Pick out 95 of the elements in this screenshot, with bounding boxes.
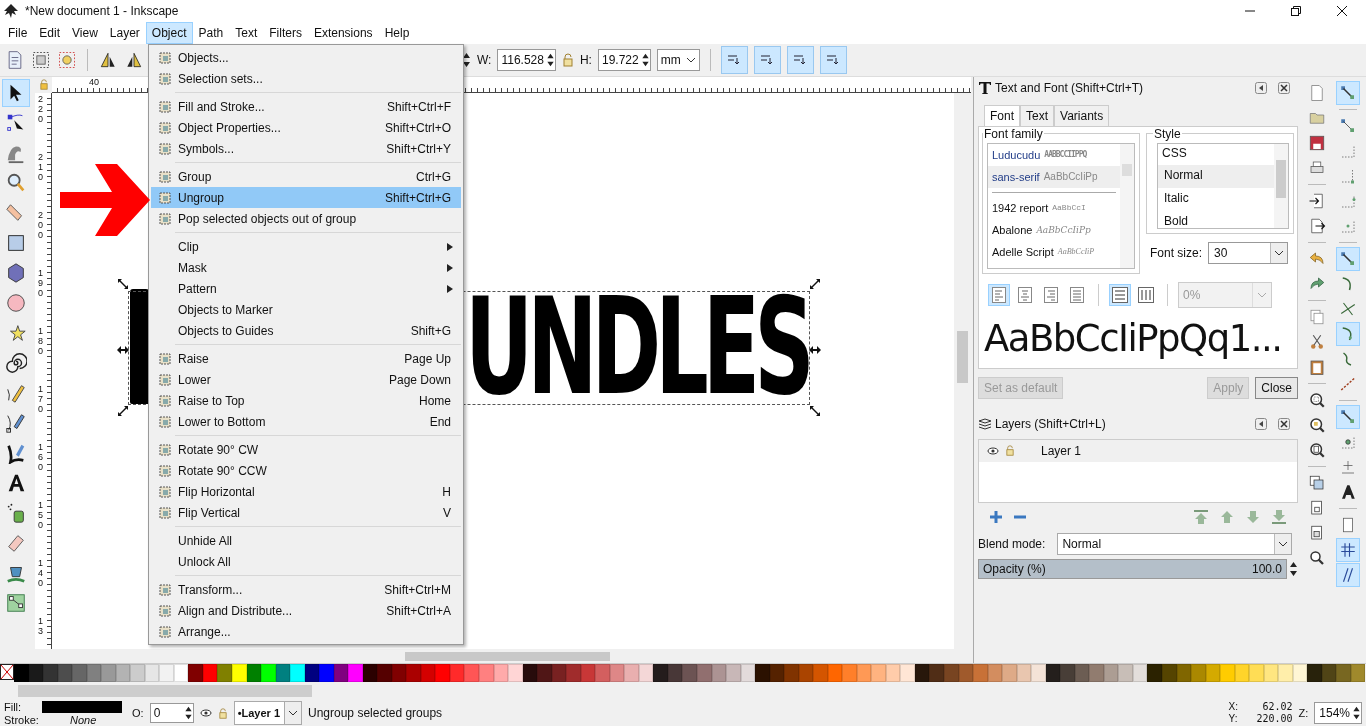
width-label: W: bbox=[477, 52, 492, 67]
menu-entry[interactable]: Group Ctrl+G bbox=[151, 166, 461, 187]
ruler-label: 140 bbox=[37, 558, 44, 590]
menu-entry[interactable]: Unhide All bbox=[151, 530, 461, 551]
menu-item[interactable]: Edit bbox=[33, 21, 67, 44]
font-item[interactable]: 1942 report AaBbCcI bbox=[988, 196, 1120, 219]
layer-select[interactable]: •Layer 1 bbox=[233, 701, 302, 725]
menu-entry[interactable]: Unlock All bbox=[151, 551, 461, 572]
unit-select[interactable]: mm bbox=[656, 48, 700, 71]
menu-entry[interactable]: Flip Horizontal H bbox=[151, 481, 461, 502]
menu-item[interactable]: Help bbox=[378, 21, 416, 44]
layer-name: Layer 1 bbox=[1041, 443, 1082, 458]
panel-title: Layers (Shift+Ctrl+L) bbox=[995, 416, 1107, 431]
frame-label: Font family bbox=[983, 126, 1044, 141]
ruler-label: 210 bbox=[37, 152, 44, 184]
panel-title: Text and Font (Shift+Ctrl+T) bbox=[995, 80, 1145, 95]
opacity-label: Opacity (%) bbox=[983, 561, 1046, 576]
ruler-label: 170 bbox=[37, 384, 44, 416]
font-item[interactable]: Adelle Script AaBbCcIiP bbox=[988, 240, 1120, 263]
style-item[interactable]: Italic bbox=[1158, 187, 1274, 211]
zoom-label: Z: bbox=[1298, 707, 1309, 719]
canvas-text[interactable]: UNDLES bbox=[465, 278, 809, 414]
menu-item[interactable]: View bbox=[66, 21, 104, 44]
ruler-label: 13 bbox=[37, 616, 44, 638]
x-label: X: bbox=[1228, 701, 1238, 713]
column-header: CSS bbox=[1161, 144, 1188, 162]
menu-item[interactable]: Extensions bbox=[307, 21, 379, 44]
menu-entry[interactable]: Rotate 90° CCW bbox=[151, 460, 461, 481]
ruler-label: 180 bbox=[37, 326, 44, 358]
zoom-field[interactable]: 154% bbox=[1314, 702, 1362, 724]
menu-entry[interactable]: Pop selected objects out of group bbox=[151, 208, 461, 229]
frame-label: Style bbox=[1153, 126, 1182, 141]
window-title: *New document 1 - Inkscape bbox=[25, 3, 179, 18]
font-preview: AaBbCcIiPpQq1... bbox=[983, 315, 1283, 362]
menu-entry[interactable]: Symbols... Shift+Ctrl+Y bbox=[151, 138, 461, 159]
ruler-label: 190 bbox=[37, 268, 44, 300]
menu-entry[interactable]: Arrange... bbox=[151, 621, 461, 642]
font-size-field[interactable]: 30 bbox=[1208, 241, 1288, 264]
menu-entry[interactable]: Fill and Stroke... Shift+Ctrl+F bbox=[151, 96, 461, 117]
ruler-label: 160 bbox=[37, 442, 44, 474]
y-label: Y: bbox=[1228, 713, 1238, 725]
menu-item[interactable]: File bbox=[2, 21, 34, 44]
menu-entry[interactable]: Selection sets... bbox=[151, 68, 461, 89]
font-item[interactable]: Abalone AaBbCcIiPp bbox=[988, 218, 1120, 241]
font-size-label: Font size: bbox=[1150, 245, 1203, 260]
menu-entry[interactable]: Lower to Bottom End bbox=[151, 411, 461, 432]
menu-item[interactable]: Layer bbox=[103, 21, 146, 44]
panel-tab[interactable]: Text bbox=[1020, 104, 1055, 126]
layer-row[interactable]: Layer 1 bbox=[979, 439, 1297, 462]
menu-entry[interactable]: Flip Vertical V bbox=[151, 502, 461, 523]
x-coordinate: 62.02 bbox=[1262, 701, 1293, 713]
stroke-value[interactable]: None bbox=[42, 713, 97, 726]
panel-tab[interactable]: Variants bbox=[1054, 104, 1110, 126]
font-item[interactable]: sans-serif AaBbCcIiPp bbox=[988, 165, 1120, 188]
height-label: H: bbox=[579, 52, 592, 67]
menu-entry[interactable]: Raise Page Up bbox=[151, 348, 461, 369]
width-field[interactable]: 116.528 bbox=[497, 48, 556, 71]
menu-entry[interactable]: Raise to Top Home bbox=[151, 390, 461, 411]
panel-tab[interactable]: Font bbox=[984, 104, 1020, 126]
opacity-slider[interactable]: Opacity (%) 100.0 bbox=[978, 558, 1287, 579]
menu-entry[interactable]: Transform... Shift+Ctrl+M bbox=[151, 579, 461, 600]
status-message: Ungroup selected groups bbox=[308, 706, 443, 720]
menu-entry[interactable]: Pattern bbox=[151, 278, 461, 299]
ruler-label: 40 bbox=[89, 76, 99, 87]
spacing-field: 0% bbox=[1178, 281, 1272, 308]
height-field[interactable]: 19.722 bbox=[597, 48, 651, 71]
ruler-label: 150 bbox=[37, 500, 44, 532]
blend-select[interactable]: Normal bbox=[1057, 532, 1292, 555]
style-item[interactable]: Normal bbox=[1158, 164, 1274, 188]
stroke-label: Stroke: bbox=[4, 713, 40, 726]
panel-button[interactable]: Close bbox=[1255, 376, 1298, 399]
menu-entry[interactable]: Object Properties... Shift+Ctrl+O bbox=[151, 117, 461, 138]
font-item[interactable]: Luducudu AABBCCIIPPQ bbox=[988, 143, 1120, 166]
menu-item[interactable]: Object bbox=[145, 21, 193, 44]
menu-entry[interactable]: Clip bbox=[151, 236, 461, 257]
menu-item[interactable]: Path bbox=[192, 21, 230, 44]
menu-entry[interactable]: Objects... bbox=[151, 47, 461, 68]
menu-entry[interactable]: Align and Distribute... Shift+Ctrl+A bbox=[151, 600, 461, 621]
opacity-value: 100.0 bbox=[1251, 561, 1282, 576]
fill-label: Fill: bbox=[4, 700, 23, 713]
menu-item[interactable]: Filters bbox=[263, 21, 308, 44]
opacity-label: O: bbox=[132, 707, 144, 719]
menu-item[interactable]: Text bbox=[229, 21, 264, 44]
menu-entry[interactable]: Rotate 90° CW bbox=[151, 439, 461, 460]
opacity-field[interactable]: 0 bbox=[149, 703, 194, 723]
style-item[interactable]: Bold bbox=[1158, 210, 1274, 228]
y-coordinate: 220.00 bbox=[1256, 713, 1293, 725]
ruler-label: 220 bbox=[37, 94, 44, 126]
menu-entry[interactable]: Objects to Marker bbox=[151, 299, 461, 320]
menu-entry[interactable]: Ungroup Shift+Ctrl+G bbox=[151, 187, 461, 208]
menu-entry[interactable]: Objects to Guides Shift+G bbox=[151, 320, 461, 341]
menu-entry[interactable]: Mask bbox=[151, 257, 461, 278]
menu-entry[interactable]: Lower Page Down bbox=[151, 369, 461, 390]
blend-label: Blend mode: bbox=[978, 536, 1046, 551]
ruler-label: 200 bbox=[37, 210, 44, 242]
